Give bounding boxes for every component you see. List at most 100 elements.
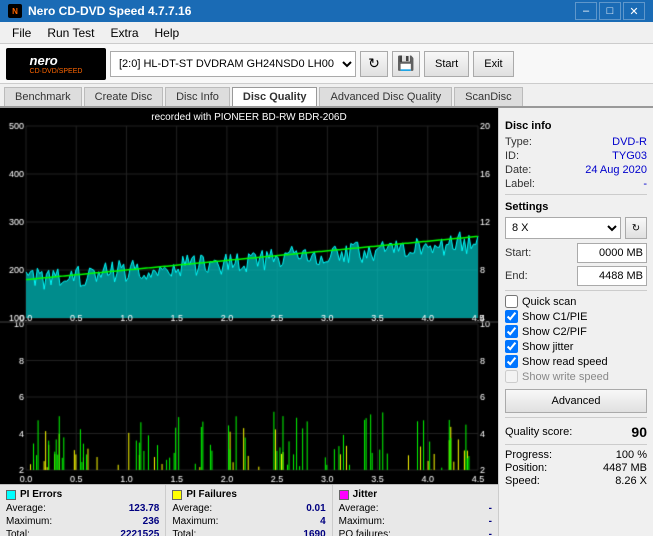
chart-title: recorded with PIONEER BD-RW BDR-206D <box>151 112 346 123</box>
menu-help[interactable]: Help <box>147 24 188 42</box>
toolbar: nero CD·DVD/SPEED [2:0] HL-DT-ST DVDRAM … <box>0 44 653 84</box>
main-chart <box>0 108 498 484</box>
legend-pi-failures: PI Failures Average: 0.01 Maximum: 4 Tot… <box>166 485 332 536</box>
end-input[interactable] <box>577 266 647 286</box>
pi-total-label: Total: <box>6 529 30 536</box>
show-read-speed-checkbox[interactable] <box>505 355 518 368</box>
pi-errors-label: PI Errors <box>20 489 62 500</box>
show-c1-pie-label: Show C1/PIE <box>522 311 587 323</box>
speed-display-row: Speed: 8.26 X <box>505 475 647 487</box>
type-label: Type: <box>505 136 532 148</box>
tab-benchmark[interactable]: Benchmark <box>4 87 82 106</box>
right-panel: Disc info Type: DVD-R ID: TYG03 Date: 24… <box>498 108 653 536</box>
refresh-icon[interactable]: ↻ <box>360 51 388 77</box>
divider-3 <box>505 417 647 418</box>
menu-extra[interactable]: Extra <box>102 24 146 42</box>
speed-display-val: 8.26 X <box>615 475 647 487</box>
pi-max-val: 236 <box>143 516 160 527</box>
show-write-speed-label: Show write speed <box>522 371 609 383</box>
show-jitter-checkbox[interactable] <box>505 340 518 353</box>
pif-max-label: Maximum: <box>172 516 218 527</box>
show-c1-pie-checkbox[interactable] <box>505 310 518 323</box>
position-row: Position: 4487 MB <box>505 462 647 474</box>
menu-bar: File Run Test Extra Help <box>0 22 653 44</box>
pi-avg-label: Average: <box>6 503 46 514</box>
id-val: TYG03 <box>612 150 647 162</box>
show-write-speed-checkbox <box>505 370 518 383</box>
maximize-button[interactable]: □ <box>599 2 621 20</box>
position-val: 4487 MB <box>603 462 647 474</box>
nero-logo: nero CD·DVD/SPEED <box>6 48 106 80</box>
pi-failures-color <box>172 490 182 500</box>
app-icon: N <box>8 4 22 18</box>
legend-pi-errors: PI Errors Average: 123.78 Maximum: 236 T… <box>0 485 166 536</box>
po-failures-label: PO failures: <box>339 529 391 536</box>
tab-disc-quality[interactable]: Disc Quality <box>232 87 318 106</box>
close-button[interactable]: ✕ <box>623 2 645 20</box>
pif-total-val: 1690 <box>303 529 325 536</box>
divider-2 <box>505 290 647 291</box>
progress-val: 100 % <box>616 449 647 461</box>
pi-total-val: 2221525 <box>120 529 159 536</box>
tab-disc-info[interactable]: Disc Info <box>165 87 230 106</box>
disc-label-label: Label: <box>505 178 535 190</box>
jitter-color <box>339 490 349 500</box>
quality-score-row: Quality score: 90 <box>505 424 647 440</box>
legend-bar: PI Errors Average: 123.78 Maximum: 236 T… <box>0 484 498 536</box>
legend-jitter: Jitter Average: - Maximum: - PO failures… <box>333 485 498 536</box>
jitter-avg-val: - <box>489 503 492 514</box>
show-jitter-row: Show jitter <box>505 340 647 353</box>
settings-title: Settings <box>505 201 647 213</box>
quality-score-val: 90 <box>631 424 647 440</box>
pi-failures-label: PI Failures <box>186 489 237 500</box>
end-label: End: <box>505 270 528 282</box>
quick-scan-label: Quick scan <box>522 296 576 308</box>
jitter-max-label: Maximum: <box>339 516 385 527</box>
pif-avg-val: 0.01 <box>306 503 325 514</box>
po-failures-val: - <box>489 529 492 536</box>
title-bar: N Nero CD-DVD Speed 4.7.7.16 – □ ✕ <box>0 0 653 22</box>
quick-scan-checkbox[interactable] <box>505 295 518 308</box>
show-write-speed-row: Show write speed <box>505 370 647 383</box>
pif-avg-label: Average: <box>172 503 212 514</box>
pif-total-label: Total: <box>172 529 196 536</box>
speed-refresh-button[interactable]: ↻ <box>625 217 647 239</box>
quality-score-label: Quality score: <box>505 426 572 438</box>
chart-area: recorded with PIONEER BD-RW BDR-206D <box>0 108 498 484</box>
show-c2-pif-label: Show C2/PIF <box>522 326 587 338</box>
show-read-speed-row: Show read speed <box>505 355 647 368</box>
progress-label: Progress: <box>505 449 552 461</box>
show-c1-pie-row: Show C1/PIE <box>505 310 647 323</box>
tab-advanced-disc-quality[interactable]: Advanced Disc Quality <box>319 87 452 106</box>
start-input[interactable] <box>577 243 647 263</box>
minimize-button[interactable]: – <box>575 2 597 20</box>
tab-scan-disc[interactable]: ScanDisc <box>454 87 522 106</box>
menu-run-test[interactable]: Run Test <box>39 24 102 42</box>
pi-avg-val: 123.78 <box>129 503 160 514</box>
type-val: DVD-R <box>612 136 647 148</box>
position-label: Position: <box>505 462 547 474</box>
start-button[interactable]: Start <box>424 51 469 77</box>
menu-file[interactable]: File <box>4 24 39 42</box>
disc-label-val: - <box>643 178 647 190</box>
exit-button[interactable]: Exit <box>473 51 513 77</box>
advanced-button[interactable]: Advanced <box>505 389 647 413</box>
pif-max-val: 4 <box>320 516 326 527</box>
tab-bar: Benchmark Create Disc Disc Info Disc Qua… <box>0 84 653 108</box>
pi-errors-color <box>6 490 16 500</box>
tab-create-disc[interactable]: Create Disc <box>84 87 163 106</box>
quick-scan-row: Quick scan <box>505 295 647 308</box>
jitter-max-val: - <box>489 516 492 527</box>
show-read-speed-label: Show read speed <box>522 356 608 368</box>
pi-max-label: Maximum: <box>6 516 52 527</box>
window-controls[interactable]: – □ ✕ <box>575 2 645 20</box>
jitter-avg-label: Average: <box>339 503 379 514</box>
date-val: 24 Aug 2020 <box>585 164 647 176</box>
save-icon[interactable]: 💾 <box>392 51 420 77</box>
drive-select[interactable]: [2:0] HL-DT-ST DVDRAM GH24NSD0 LH00 <box>110 51 356 77</box>
speed-row: 8 X 4 X 12 X 16 X ↻ <box>505 217 647 239</box>
divider-4 <box>505 444 647 445</box>
speed-display-label: Speed: <box>505 475 540 487</box>
show-c2-pif-checkbox[interactable] <box>505 325 518 338</box>
speed-select[interactable]: 8 X 4 X 12 X 16 X <box>505 217 621 239</box>
